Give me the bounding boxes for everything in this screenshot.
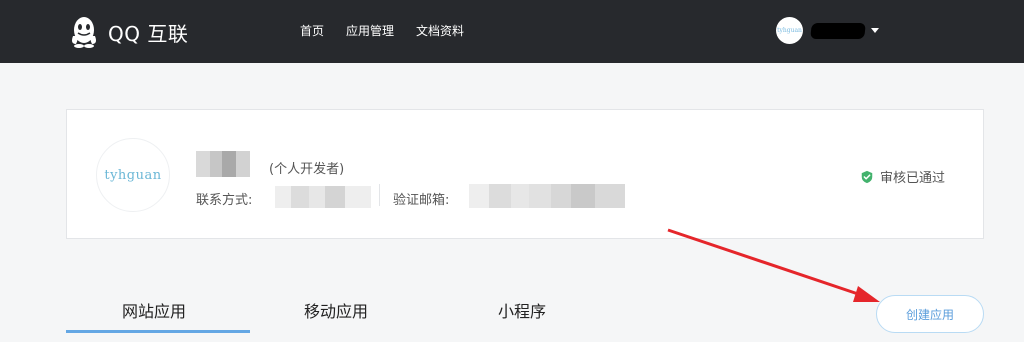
review-status: 审核已通过 — [860, 167, 945, 186]
avatar[interactable]: tyhguan — [776, 17, 803, 44]
profile-avatar: tyhguan — [96, 138, 170, 212]
field-divider — [379, 184, 380, 206]
nav-docs[interactable]: 文档资料 — [416, 22, 464, 39]
redacted-email — [469, 184, 625, 208]
caret-down-icon[interactable] — [871, 28, 879, 33]
developer-profile-card: tyhguan (个人开发者) 联系方式: 验证邮箱: 审核已通过 — [66, 109, 984, 239]
nav-home[interactable]: 首页 — [300, 22, 324, 39]
create-app-button[interactable]: 创建应用 — [876, 295, 984, 333]
email-label: 验证邮箱: — [393, 193, 450, 208]
status-text: 审核已通过 — [880, 171, 946, 186]
active-tab-indicator — [66, 330, 250, 333]
app-type-tabs: 网站应用 移动应用 小程序 — [66, 282, 626, 336]
nav-app-management[interactable]: 应用管理 — [346, 22, 394, 39]
avatar-text: tyhguan — [777, 27, 802, 34]
brand-name: QQ 互联 — [108, 21, 189, 46]
contact-label: 联系方式: — [196, 193, 253, 208]
main-nav: 首页 应用管理 文档资料 — [300, 22, 464, 39]
tab-mobile-apps[interactable]: 移动应用 — [304, 298, 368, 322]
profile-avatar-text: tyhguan — [104, 167, 162, 183]
tab-website-apps[interactable]: 网站应用 — [122, 298, 186, 322]
redacted-contact — [275, 186, 371, 208]
developer-type: (个人开发者) — [269, 162, 345, 177]
top-navigation-bar: QQ 互联 首页 应用管理 文档资料 tyhguan — [0, 0, 1024, 63]
check-shield-icon — [861, 170, 873, 183]
redacted-developer-name — [196, 151, 250, 177]
tab-mini-programs[interactable]: 小程序 — [498, 298, 546, 322]
brand-logo[interactable]: QQ 互联 — [66, 14, 188, 50]
qq-penguin-icon — [72, 17, 96, 48]
redacted-username — [810, 22, 866, 39]
user-menu[interactable]: tyhguan — [776, 17, 879, 44]
